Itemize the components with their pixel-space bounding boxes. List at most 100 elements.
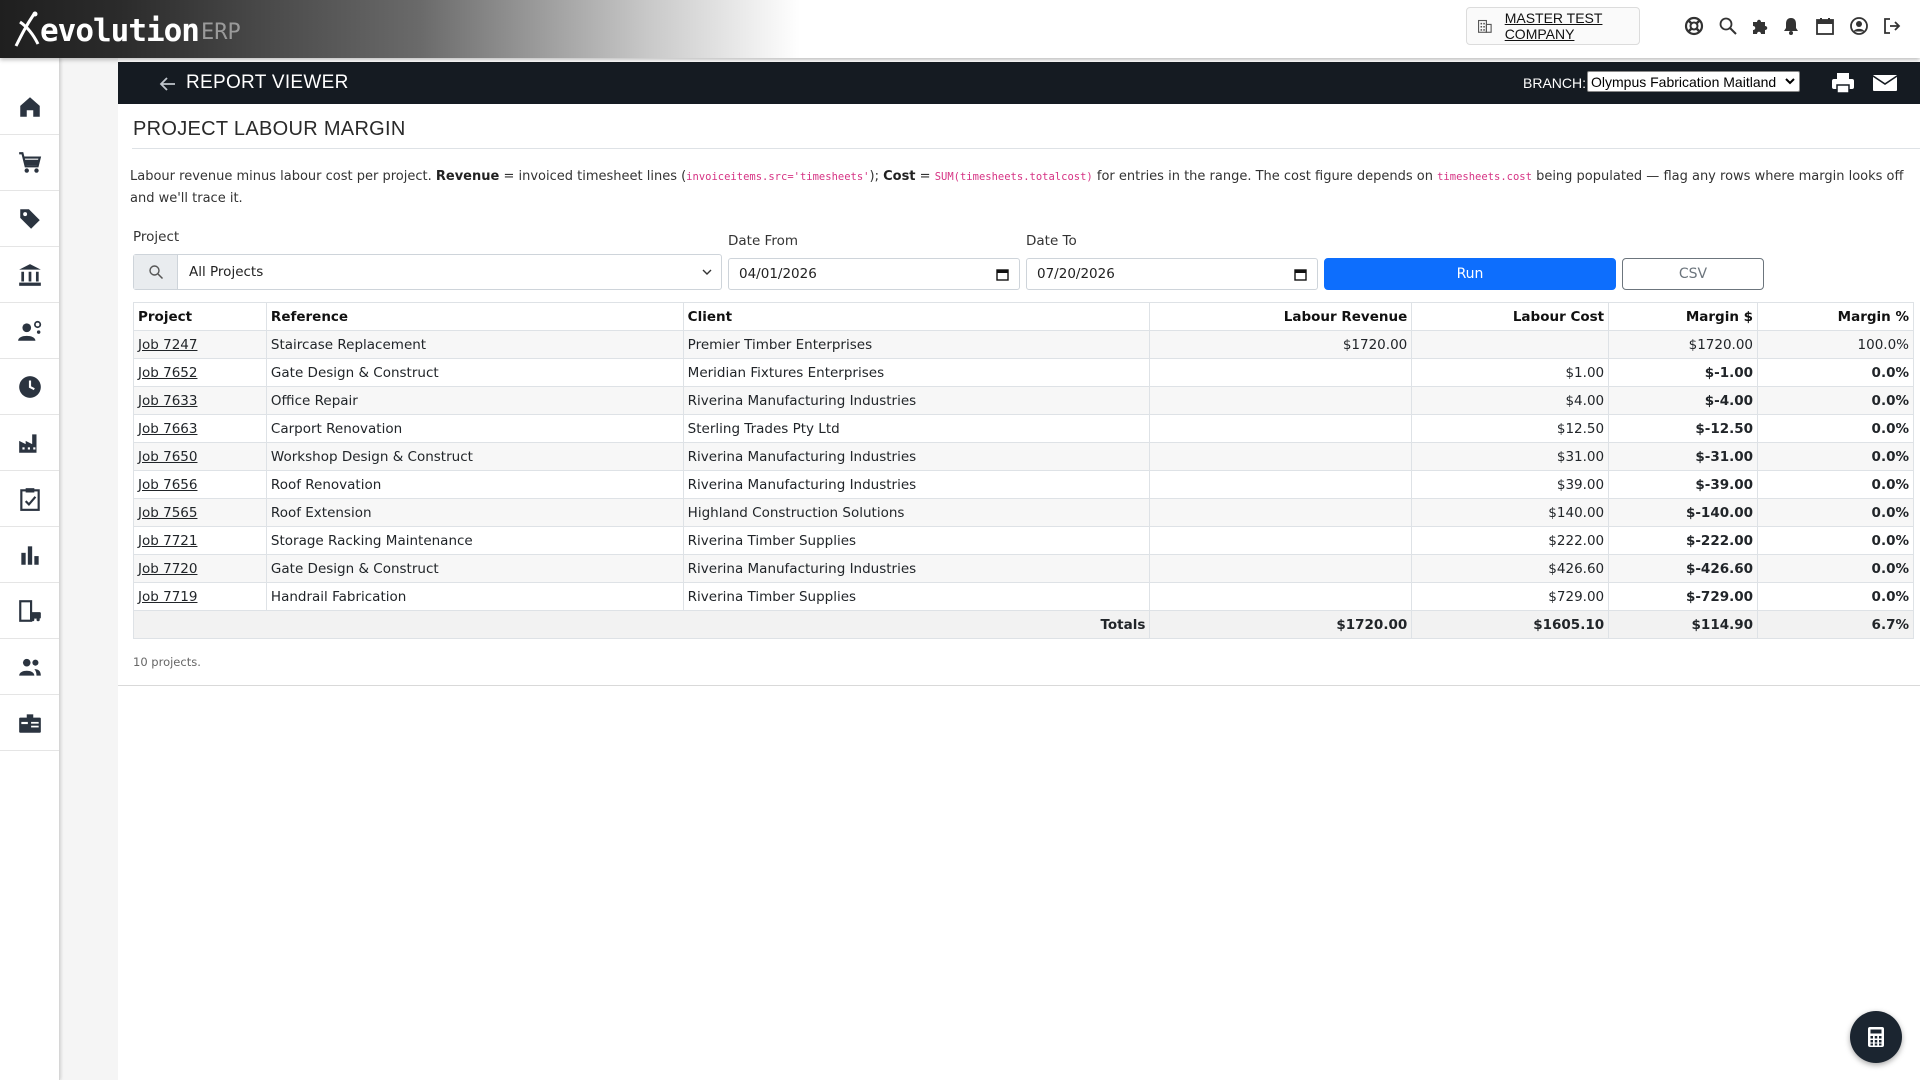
title-divider bbox=[132, 148, 1920, 149]
date-from-input[interactable]: 04/01/2026 bbox=[728, 258, 1020, 290]
top-bar: evolution ERP MASTER TEST COMPANY bbox=[0, 0, 1920, 58]
reference-cell: Gate Design & Construct bbox=[265, 358, 684, 387]
project-link[interactable]: Job 7652 bbox=[138, 365, 197, 381]
project-link[interactable]: Job 7247 bbox=[138, 337, 197, 353]
app-logo[interactable]: evolution ERP bbox=[12, 8, 241, 48]
search-icon[interactable] bbox=[1716, 14, 1740, 38]
client-cell: Riverina Timber Supplies bbox=[682, 582, 1151, 611]
table-row: Job 7719 Handrail Fabrication Riverina T… bbox=[133, 582, 1914, 611]
margin-pct-cell: 100.0% bbox=[1757, 330, 1914, 359]
margin-cell: $-12.50 bbox=[1608, 414, 1759, 443]
sidebar-item-sales[interactable] bbox=[0, 135, 59, 191]
column-header[interactable]: Margin % bbox=[1757, 302, 1914, 331]
sidebar-item-reports[interactable] bbox=[0, 527, 59, 583]
id-card-icon bbox=[18, 713, 41, 733]
margin-pct-cell: 0.0% bbox=[1757, 582, 1914, 611]
total-margin: $114.90 bbox=[1608, 610, 1759, 639]
project-select[interactable]: All Projects bbox=[133, 254, 722, 290]
branch-label: BRANCH: bbox=[1523, 75, 1587, 91]
table-row: Job 7247 Staircase Replacement Premier T… bbox=[133, 330, 1914, 359]
sidebar-item-production[interactable] bbox=[0, 415, 59, 471]
account-icon[interactable] bbox=[1847, 14, 1871, 38]
company-selector[interactable]: MASTER TEST COMPANY bbox=[1466, 7, 1640, 45]
support-icon[interactable] bbox=[1682, 14, 1706, 38]
report-title: PROJECT LABOUR MARGIN bbox=[133, 118, 406, 140]
client-cell: Riverina Manufacturing Industries bbox=[682, 442, 1151, 471]
column-header[interactable]: Labour Revenue bbox=[1149, 302, 1413, 331]
revenue-cell bbox=[1149, 526, 1413, 555]
margin-cell: $-729.00 bbox=[1608, 582, 1759, 611]
project-link[interactable]: Job 7633 bbox=[138, 393, 197, 409]
calendar-icon[interactable] bbox=[1813, 14, 1837, 38]
margin-cell: $-31.00 bbox=[1608, 442, 1759, 471]
bell-icon[interactable] bbox=[1779, 14, 1803, 38]
tag-icon bbox=[19, 208, 40, 229]
sidebar-item-tasks[interactable] bbox=[0, 471, 59, 527]
calendar-icon[interactable] bbox=[996, 268, 1009, 281]
print-icon[interactable] bbox=[1830, 71, 1856, 95]
email-icon[interactable] bbox=[1872, 71, 1898, 95]
project-link[interactable]: Job 7721 bbox=[138, 533, 197, 549]
date-to-input[interactable]: 07/20/2026 bbox=[1026, 258, 1318, 290]
logo-text: evolution bbox=[40, 13, 200, 49]
sidebar-item-hr[interactable] bbox=[0, 303, 59, 359]
branch-select[interactable]: Olympus Fabrication Maitland bbox=[1587, 71, 1800, 92]
bar-chart-icon bbox=[20, 545, 39, 565]
table-row: Job 7633 Office Repair Riverina Manufact… bbox=[133, 386, 1914, 415]
margin-pct-cell: 0.0% bbox=[1757, 526, 1914, 555]
run-button[interactable]: Run bbox=[1324, 258, 1616, 290]
column-header[interactable]: Reference bbox=[265, 302, 684, 331]
reference-cell: Carport Renovation bbox=[265, 414, 684, 443]
puzzle-icon[interactable] bbox=[1748, 14, 1772, 38]
total-margin-pct: 6.7% bbox=[1757, 610, 1914, 639]
sidebar-item-finance[interactable] bbox=[0, 247, 59, 303]
project-link[interactable]: Job 7663 bbox=[138, 421, 197, 437]
sidebar bbox=[0, 58, 60, 1080]
cost-cell: $140.00 bbox=[1411, 498, 1610, 527]
csv-button[interactable]: CSV bbox=[1622, 258, 1764, 290]
calculator-icon bbox=[1868, 1027, 1884, 1047]
margin-pct-cell: 0.0% bbox=[1757, 358, 1914, 387]
user-settings-icon bbox=[17, 320, 41, 341]
sidebar-item-assets[interactable] bbox=[0, 583, 59, 639]
cost-cell: $31.00 bbox=[1411, 442, 1610, 471]
report-viewer-header: REPORT VIEWER BRANCH: Olympus Fabricatio… bbox=[118, 62, 1920, 104]
sidebar-item-timesheets[interactable] bbox=[0, 359, 59, 415]
margin-pct-cell: 0.0% bbox=[1757, 554, 1914, 583]
sidebar-item-contacts[interactable] bbox=[0, 639, 59, 695]
project-link[interactable]: Job 7656 bbox=[138, 477, 197, 493]
project-search-button[interactable] bbox=[134, 255, 178, 289]
sidebar-item-admin[interactable] bbox=[0, 695, 59, 751]
column-header[interactable]: Margin $ bbox=[1608, 302, 1759, 331]
building-icon bbox=[1478, 19, 1492, 33]
column-header[interactable]: Client bbox=[682, 302, 1151, 331]
table-row: Job 7656 Roof Renovation Riverina Manufa… bbox=[133, 470, 1914, 499]
logout-icon[interactable] bbox=[1880, 14, 1904, 38]
margin-cell: $-222.00 bbox=[1608, 526, 1759, 555]
margin-cell: $1720.00 bbox=[1608, 330, 1759, 359]
project-link[interactable]: Job 7650 bbox=[138, 449, 197, 465]
project-link[interactable]: Job 7565 bbox=[138, 505, 197, 521]
sidebar-item-pricing[interactable] bbox=[0, 191, 59, 247]
project-link[interactable]: Job 7719 bbox=[138, 589, 197, 605]
sidebar-item-home[interactable] bbox=[0, 79, 59, 135]
cost-cell: $1.00 bbox=[1411, 358, 1610, 387]
margin-cell: $-1.00 bbox=[1608, 358, 1759, 387]
branch-select-value: Olympus Fabrication Maitland bbox=[1591, 73, 1777, 90]
cost-cell: $4.00 bbox=[1411, 386, 1610, 415]
cost-cell: $222.00 bbox=[1411, 526, 1610, 555]
table-row: Job 7565 Roof Extension Highland Constru… bbox=[133, 498, 1914, 527]
total-cost: $1605.10 bbox=[1411, 610, 1610, 639]
labour-margin-table: Project Reference Client Labour Revenue … bbox=[132, 302, 1914, 639]
project-link[interactable]: Job 7720 bbox=[138, 561, 197, 577]
margin-pct-cell: 0.0% bbox=[1757, 414, 1914, 443]
calendar-icon[interactable] bbox=[1294, 268, 1307, 281]
calculator-button[interactable] bbox=[1850, 1011, 1902, 1063]
back-arrow-icon[interactable] bbox=[158, 74, 178, 94]
people-icon bbox=[18, 658, 41, 676]
column-header[interactable]: Labour Cost bbox=[1411, 302, 1610, 331]
project-select-value: All Projects bbox=[189, 264, 264, 280]
margin-pct-cell: 0.0% bbox=[1757, 498, 1914, 527]
reference-cell: Office Repair bbox=[265, 386, 684, 415]
column-header[interactable]: Project bbox=[133, 302, 267, 331]
